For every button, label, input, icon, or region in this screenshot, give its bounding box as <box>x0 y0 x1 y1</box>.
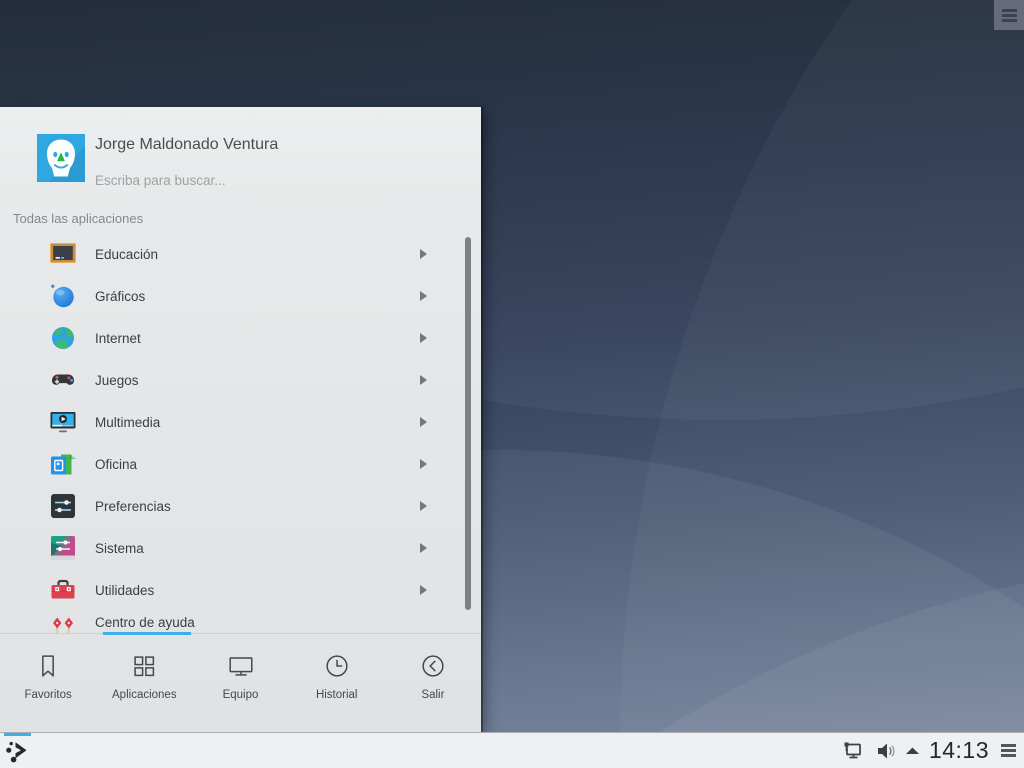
computer-icon <box>228 657 253 676</box>
category-row-system[interactable]: Sistema <box>0 527 481 569</box>
category-row-internet[interactable]: Internet <box>0 317 481 359</box>
category-label: Centro de ayuda <box>95 615 195 630</box>
tab-label: Favoritos <box>24 689 72 701</box>
education-blackboard-icon <box>50 243 76 263</box>
internet-globe-icon <box>52 327 74 349</box>
application-category-list: Educación Gráficos Internet Juegos Multi… <box>0 233 481 634</box>
category-label: Multimedia <box>95 414 161 430</box>
active-tab-indicator <box>103 632 191 635</box>
application-launcher-button[interactable] <box>0 733 36 768</box>
category-row-settings[interactable]: Preferencias <box>0 485 481 527</box>
category-row-help-center[interactable]: Centro de ayuda <box>0 611 481 633</box>
category-label: Sistema <box>95 540 144 556</box>
help-center-icon <box>53 617 73 633</box>
category-label: Juegos <box>95 372 139 388</box>
utilities-toolbox-icon <box>51 579 75 599</box>
games-gamepad-icon <box>51 374 75 385</box>
list-scrollbar[interactable] <box>465 237 471 610</box>
category-label: Oficina <box>95 456 138 472</box>
tab-applications[interactable]: Aplicaciones <box>96 634 192 732</box>
expand-tray-icon[interactable] <box>905 746 920 755</box>
panel-menu-button[interactable] <box>998 744 1016 757</box>
grid-icon <box>134 656 155 677</box>
submenu-arrow-icon <box>420 333 427 343</box>
submenu-arrow-icon <box>420 417 427 427</box>
submenu-arrow-icon <box>420 501 427 511</box>
bookmark-icon <box>42 655 54 677</box>
category-label: Educación <box>95 246 159 262</box>
breadcrumb-all-applications: Todas las aplicaciones <box>13 211 144 226</box>
category-row-multimedia[interactable]: Multimedia <box>0 401 481 443</box>
system-tray: 14:13 <box>841 737 1024 764</box>
volume-icon[interactable] <box>874 740 896 762</box>
submenu-arrow-icon <box>420 249 427 259</box>
category-label: Internet <box>95 330 141 346</box>
distro-logo-icon <box>6 741 27 763</box>
office-documents-icon <box>51 454 76 475</box>
tab-computer[interactable]: Equipo <box>192 634 288 732</box>
submenu-arrow-icon <box>420 459 427 469</box>
tab-leave[interactable]: Salir <box>385 634 481 732</box>
submenu-arrow-icon <box>420 375 427 385</box>
clock-icon <box>326 655 348 677</box>
leave-icon <box>422 655 444 677</box>
category-row-office[interactable]: Oficina <box>0 443 481 485</box>
submenu-arrow-icon <box>420 585 427 595</box>
graphics-sphere-icon <box>51 284 74 308</box>
search-input[interactable]: Escriba para buscar... <box>95 173 226 188</box>
category-row-utilities[interactable]: Utilidades <box>0 569 481 611</box>
tab-label: Aplicaciones <box>112 689 177 701</box>
category-label: Gráficos <box>95 288 146 304</box>
category-label: Preferencias <box>95 498 171 514</box>
application-launcher-panel: Jorge Maldonado Ventura Escriba para bus… <box>0 107 481 732</box>
launcher-header: Jorge Maldonado Ventura Escriba para bus… <box>0 107 481 207</box>
user-name: Jorge Maldonado Ventura <box>95 136 279 153</box>
hamburger-icon <box>1001 8 1017 22</box>
submenu-arrow-icon <box>420 291 427 301</box>
desktop-toolbox-button[interactable] <box>994 0 1024 30</box>
tab-label: Historial <box>315 689 358 701</box>
digital-clock[interactable]: 14:13 <box>929 737 989 764</box>
network-icon[interactable] <box>841 739 865 763</box>
category-row-games[interactable]: Juegos <box>0 359 481 401</box>
system-settings-icon <box>51 536 75 560</box>
category-row-graphics[interactable]: Gráficos <box>0 275 481 317</box>
tab-favorites[interactable]: Favoritos <box>0 634 96 732</box>
tab-label: Equipo <box>222 689 259 701</box>
user-avatar[interactable] <box>37 134 85 182</box>
launcher-tab-bar: Favoritos Aplicaciones Equipo Historial <box>0 634 481 732</box>
taskbar: 14:13 <box>0 732 1024 768</box>
preferences-sliders-icon <box>51 494 75 518</box>
submenu-arrow-icon <box>420 543 427 553</box>
tab-history[interactable]: Historial <box>289 634 385 732</box>
tab-label: Salir <box>421 689 445 701</box>
multimedia-player-icon <box>50 412 76 433</box>
category-row-education[interactable]: Educación <box>0 233 481 275</box>
launcher-active-indicator <box>4 733 31 736</box>
category-label: Utilidades <box>95 582 155 598</box>
